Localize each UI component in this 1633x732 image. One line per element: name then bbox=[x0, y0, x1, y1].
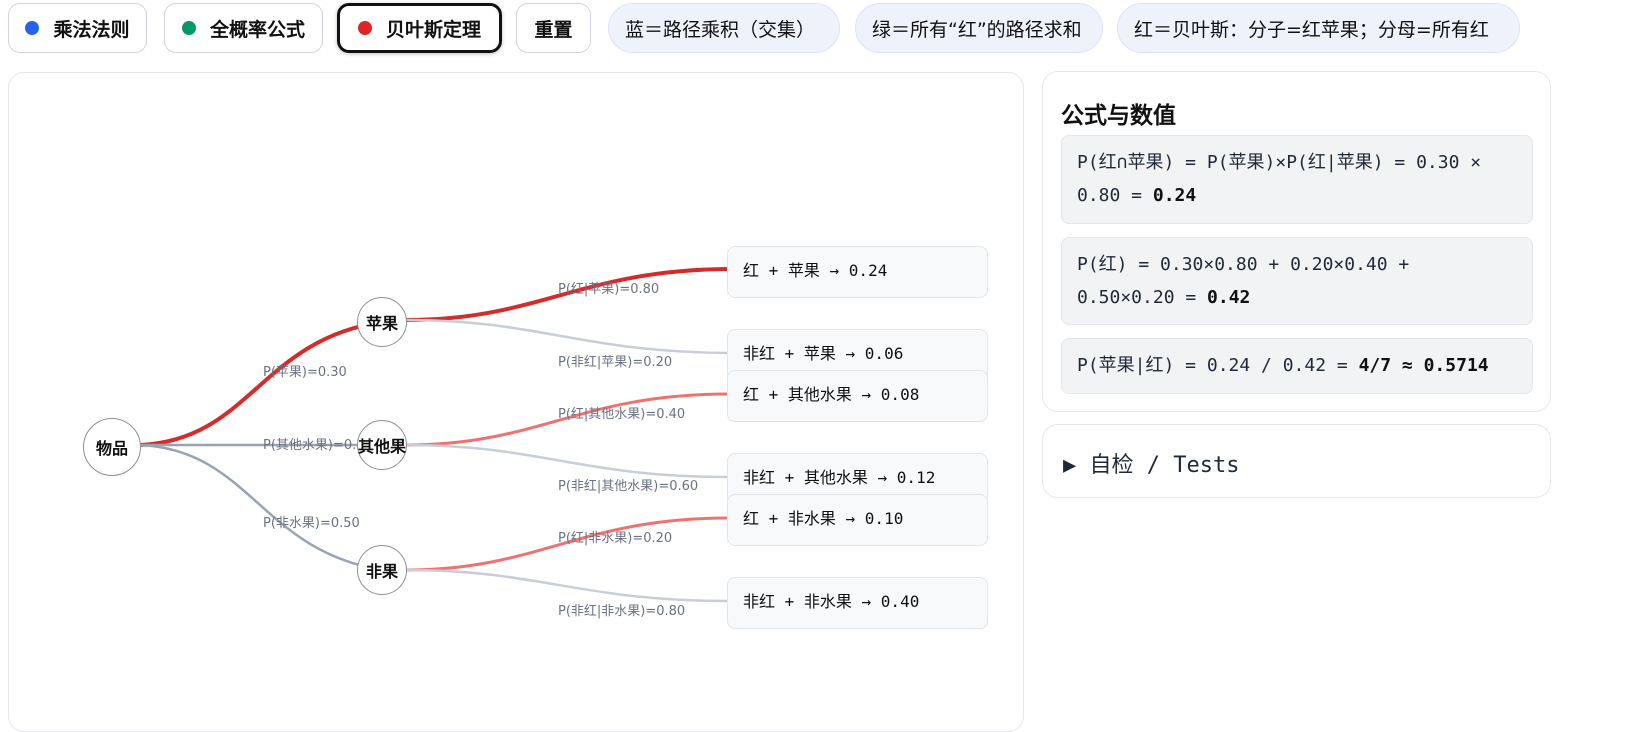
tests-collapsible[interactable]: ▶ 自检 / Tests bbox=[1042, 424, 1551, 498]
formula-total-result: 0.42 bbox=[1207, 287, 1251, 308]
formula-product-result: 0.24 bbox=[1152, 185, 1197, 206]
root-node[interactable]: 物品 bbox=[83, 418, 141, 476]
reset-button[interactable]: 重置 bbox=[516, 3, 591, 53]
bayes-theorem-label: 贝叶斯定理 bbox=[385, 18, 481, 41]
legend-red: 红＝贝叶斯：分子=红苹果；分母=所有红 bbox=[1117, 3, 1520, 53]
node-non-fruit[interactable]: 非果 bbox=[357, 545, 407, 595]
edge-label-red-apple: P(红|苹果)=0.80 bbox=[558, 282, 660, 297]
formula-title: 公式与数值 bbox=[1061, 103, 1176, 129]
node-apple[interactable]: 苹果 bbox=[357, 297, 407, 347]
leaf-red-non[interactable]: 红 + 非水果 → 0.10 bbox=[727, 494, 988, 546]
toolbar: 乘法法则 全概率公式 贝叶斯定理 重置 蓝＝路径乘积（交集） 绿＝所有“红”的路… bbox=[0, 0, 1633, 60]
edge-label-red-other: P(红|其他水果)=0.40 bbox=[558, 407, 686, 422]
edge-label-apple: P(苹果)=0.30 bbox=[263, 365, 347, 380]
formula-total-probability: P(红) = 0.30×0.80 + 0.20×0.40 + 0.50×0.20… bbox=[1061, 237, 1533, 325]
blue-dot-icon bbox=[25, 21, 40, 35]
multiplication-rule-label: 乘法法则 bbox=[53, 18, 130, 41]
edge-label-notred-apple: P(非红|苹果)=0.20 bbox=[558, 355, 673, 370]
bayes-theorem-button[interactable]: 贝叶斯定理 bbox=[337, 3, 502, 53]
edge-label-otherfruit: P(其他水果)=0.20 bbox=[263, 438, 358, 453]
formula-bayes-text: P(苹果|红) = 0.24 / 0.42 = bbox=[1077, 355, 1359, 376]
edge-label-nonfruit: P(非水果)=0.50 bbox=[263, 516, 360, 531]
edge-label-notred-non: P(非红|非水果)=0.80 bbox=[558, 604, 686, 619]
leaf-notred-non[interactable]: 非红 + 非水果 → 0.40 bbox=[727, 577, 988, 629]
green-dot-icon bbox=[181, 21, 196, 35]
red-dot-icon bbox=[357, 21, 372, 35]
legend-green: 绿＝所有“红”的路径求和 bbox=[855, 3, 1103, 53]
total-probability-label: 全概率公式 bbox=[209, 18, 305, 41]
leaf-red-apple[interactable]: 红 + 苹果 → 0.24 bbox=[727, 246, 988, 298]
formula-bayes: P(苹果|红) = 0.24 / 0.42 = 4/7 ≈ 0.5714 bbox=[1061, 338, 1533, 394]
total-probability-button[interactable]: 全概率公式 bbox=[164, 3, 323, 53]
leaf-red-other[interactable]: 红 + 其他水果 → 0.08 bbox=[727, 370, 988, 422]
multiplication-rule-button[interactable]: 乘法法则 bbox=[8, 3, 147, 53]
edge-label-red-non: P(红|非水果)=0.20 bbox=[558, 531, 673, 546]
formula-bayes-result: 4/7 ≈ 0.5714 bbox=[1358, 355, 1489, 376]
edge-label-notred-other: P(非红|其他水果)=0.60 bbox=[558, 479, 699, 494]
formula-product-text: P(红∩苹果) = P(苹果)×P(红|苹果) = 0.30 × 0.80 = bbox=[1077, 152, 1482, 206]
legend-blue: 蓝＝路径乘积（交集） bbox=[608, 3, 840, 53]
node-other-fruit[interactable]: 其他果 bbox=[357, 420, 407, 470]
formula-product-rule: P(红∩苹果) = P(苹果)×P(红|苹果) = 0.30 × 0.80 = … bbox=[1061, 135, 1533, 224]
